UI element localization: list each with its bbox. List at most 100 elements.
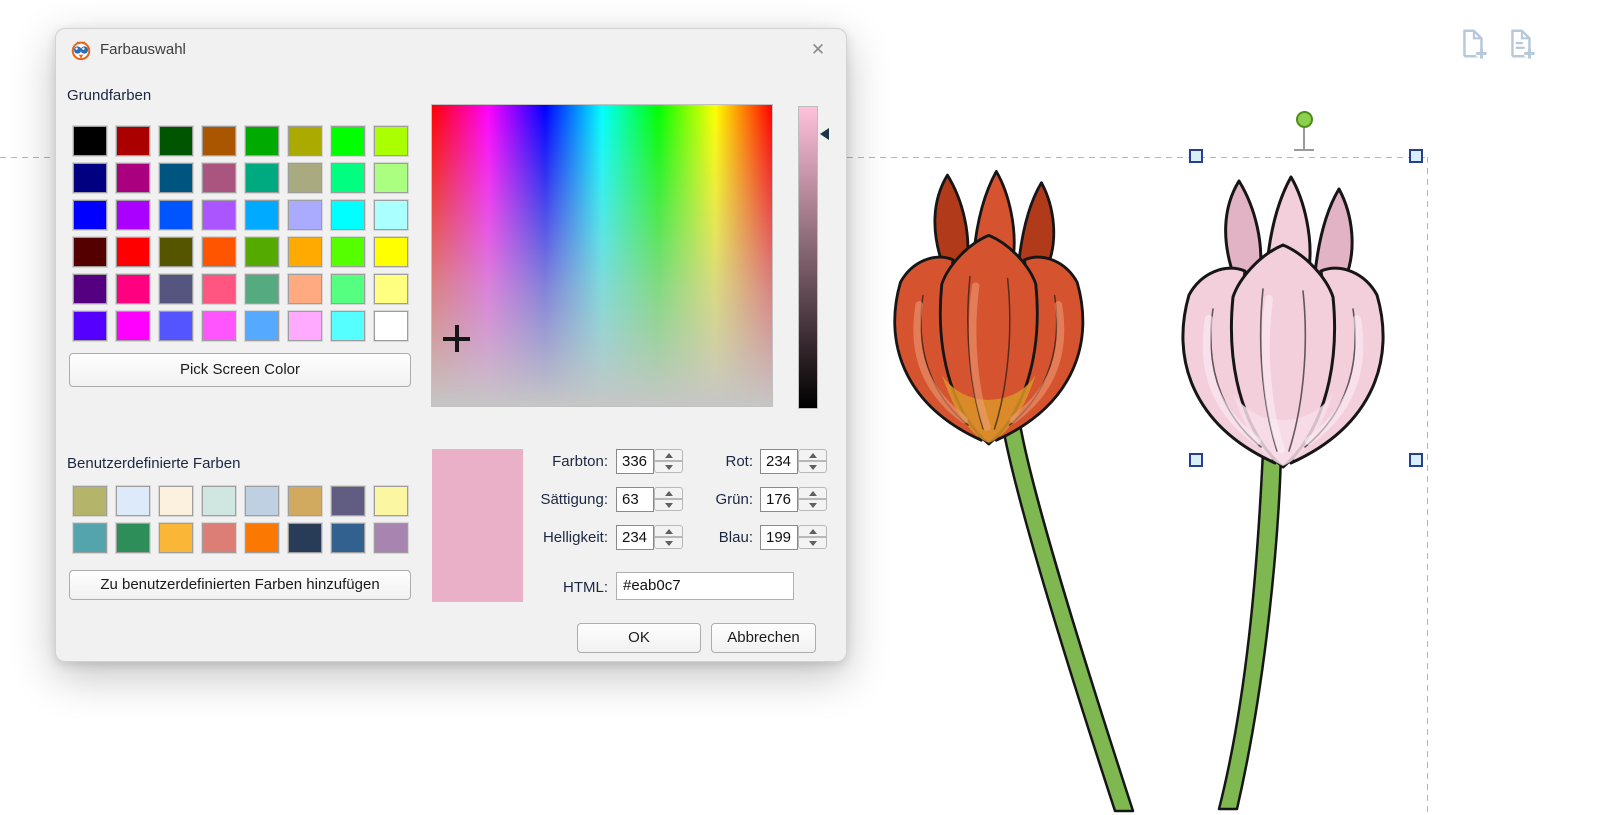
basic-color-swatch-30[interactable]	[331, 237, 365, 267]
selection-handle-top-right[interactable]	[1409, 149, 1423, 163]
basic-color-swatch-18[interactable]	[159, 200, 193, 230]
basic-color-swatch-17[interactable]	[116, 200, 150, 230]
basic-color-swatch-40[interactable]	[73, 311, 107, 341]
hue-spin-up-icon[interactable]	[654, 449, 683, 461]
basic-color-swatch-12[interactable]	[245, 163, 279, 193]
basic-color-swatch-31[interactable]	[374, 237, 408, 267]
value-slider-arrow[interactable]	[820, 128, 829, 140]
green-spin-up-icon[interactable]	[798, 487, 827, 499]
value-spin-up-icon[interactable]	[654, 525, 683, 537]
basic-color-swatch-11[interactable]	[202, 163, 236, 193]
selection-handle-bottom-right[interactable]	[1409, 453, 1423, 467]
custom-color-swatch-11[interactable]	[202, 523, 236, 553]
basic-color-swatch-39[interactable]	[374, 274, 408, 304]
basic-color-swatch-6[interactable]	[331, 126, 365, 156]
close-icon[interactable]: ✕	[804, 36, 832, 64]
value-slider[interactable]	[798, 106, 818, 409]
basic-color-swatch-5[interactable]	[288, 126, 322, 156]
saturation-spin-up-icon[interactable]	[654, 487, 683, 499]
gradient-cursor[interactable]	[443, 325, 470, 352]
value-input[interactable]: 234	[616, 525, 654, 550]
add-text-page-icon[interactable]	[1503, 27, 1537, 61]
red-tulip-drawing[interactable]	[860, 158, 1160, 815]
basic-color-swatch-13[interactable]	[288, 163, 322, 193]
custom-color-swatch-5[interactable]	[288, 486, 322, 516]
custom-color-swatch-2[interactable]	[159, 486, 193, 516]
basic-color-swatch-8[interactable]	[73, 163, 107, 193]
basic-color-swatch-42[interactable]	[159, 311, 193, 341]
custom-color-swatch-6[interactable]	[331, 486, 365, 516]
basic-color-swatch-16[interactable]	[73, 200, 107, 230]
red-spin-down-icon[interactable]	[798, 461, 827, 473]
custom-color-swatch-15[interactable]	[374, 523, 408, 553]
add-page-icon[interactable]	[1455, 27, 1489, 61]
blue-input[interactable]: 199	[760, 525, 798, 550]
basic-color-swatch-34[interactable]	[159, 274, 193, 304]
basic-color-swatch-21[interactable]	[288, 200, 322, 230]
basic-color-swatch-27[interactable]	[202, 237, 236, 267]
basic-color-swatch-43[interactable]	[202, 311, 236, 341]
basic-color-swatch-24[interactable]	[73, 237, 107, 267]
ok-button[interactable]: OK	[577, 623, 701, 653]
red-spin-up-icon[interactable]	[798, 449, 827, 461]
basic-color-swatch-41[interactable]	[116, 311, 150, 341]
basic-color-swatch-35[interactable]	[202, 274, 236, 304]
custom-color-swatch-10[interactable]	[159, 523, 193, 553]
basic-color-swatch-37[interactable]	[288, 274, 322, 304]
green-input[interactable]: 176	[760, 487, 798, 512]
custom-color-swatch-9[interactable]	[116, 523, 150, 553]
basic-color-swatch-19[interactable]	[202, 200, 236, 230]
basic-color-swatch-2[interactable]	[159, 126, 193, 156]
pick-screen-color-button[interactable]: Pick Screen Color	[69, 353, 411, 387]
basic-color-swatch-4[interactable]	[245, 126, 279, 156]
basic-color-swatch-9[interactable]	[116, 163, 150, 193]
green-spin-down-icon[interactable]	[798, 499, 827, 511]
basic-color-swatch-7[interactable]	[374, 126, 408, 156]
basic-color-swatch-36[interactable]	[245, 274, 279, 304]
basic-color-swatch-45[interactable]	[288, 311, 322, 341]
dialog-titlebar[interactable]: Farbauswahl ✕	[56, 29, 846, 71]
basic-color-swatch-47[interactable]	[374, 311, 408, 341]
basic-color-swatch-26[interactable]	[159, 237, 193, 267]
custom-color-swatch-14[interactable]	[331, 523, 365, 553]
hue-saturation-picker[interactable]	[431, 104, 773, 407]
custom-color-swatch-4[interactable]	[245, 486, 279, 516]
custom-color-swatch-3[interactable]	[202, 486, 236, 516]
custom-color-swatch-8[interactable]	[73, 523, 107, 553]
hue-spin-down-icon[interactable]	[654, 461, 683, 473]
selection-handle-bottom-left[interactable]	[1189, 453, 1203, 467]
custom-color-swatch-13[interactable]	[288, 523, 322, 553]
basic-color-swatch-15[interactable]	[374, 163, 408, 193]
basic-color-swatch-3[interactable]	[202, 126, 236, 156]
custom-color-swatch-7[interactable]	[374, 486, 408, 516]
basic-color-swatch-32[interactable]	[73, 274, 107, 304]
saturation-spin-down-icon[interactable]	[654, 499, 683, 511]
basic-color-swatch-14[interactable]	[331, 163, 365, 193]
basic-color-swatch-33[interactable]	[116, 274, 150, 304]
basic-color-swatch-29[interactable]	[288, 237, 322, 267]
add-to-custom-colors-button[interactable]: Zu benutzerdefinierten Farben hinzufügen	[69, 570, 411, 600]
html-color-input[interactable]: #eab0c7	[616, 572, 794, 600]
red-input[interactable]: 234	[760, 449, 798, 474]
pink-tulip-drawing[interactable]	[1155, 163, 1445, 815]
basic-color-swatch-44[interactable]	[245, 311, 279, 341]
basic-color-swatch-38[interactable]	[331, 274, 365, 304]
cancel-button[interactable]: Abbrechen	[711, 623, 816, 653]
blue-spin-down-icon[interactable]	[798, 537, 827, 549]
basic-color-swatch-1[interactable]	[116, 126, 150, 156]
custom-color-swatch-12[interactable]	[245, 523, 279, 553]
basic-color-swatch-23[interactable]	[374, 200, 408, 230]
hue-input[interactable]: 336	[616, 449, 654, 474]
value-spin-down-icon[interactable]	[654, 537, 683, 549]
basic-color-swatch-28[interactable]	[245, 237, 279, 267]
saturation-input[interactable]: 63	[616, 487, 654, 512]
basic-color-swatch-25[interactable]	[116, 237, 150, 267]
rotate-handle[interactable]	[1296, 111, 1313, 128]
basic-color-swatch-46[interactable]	[331, 311, 365, 341]
basic-color-swatch-20[interactable]	[245, 200, 279, 230]
custom-color-swatch-0[interactable]	[73, 486, 107, 516]
basic-color-swatch-10[interactable]	[159, 163, 193, 193]
selection-handle-top-left[interactable]	[1189, 149, 1203, 163]
custom-color-swatch-1[interactable]	[116, 486, 150, 516]
basic-color-swatch-0[interactable]	[73, 126, 107, 156]
